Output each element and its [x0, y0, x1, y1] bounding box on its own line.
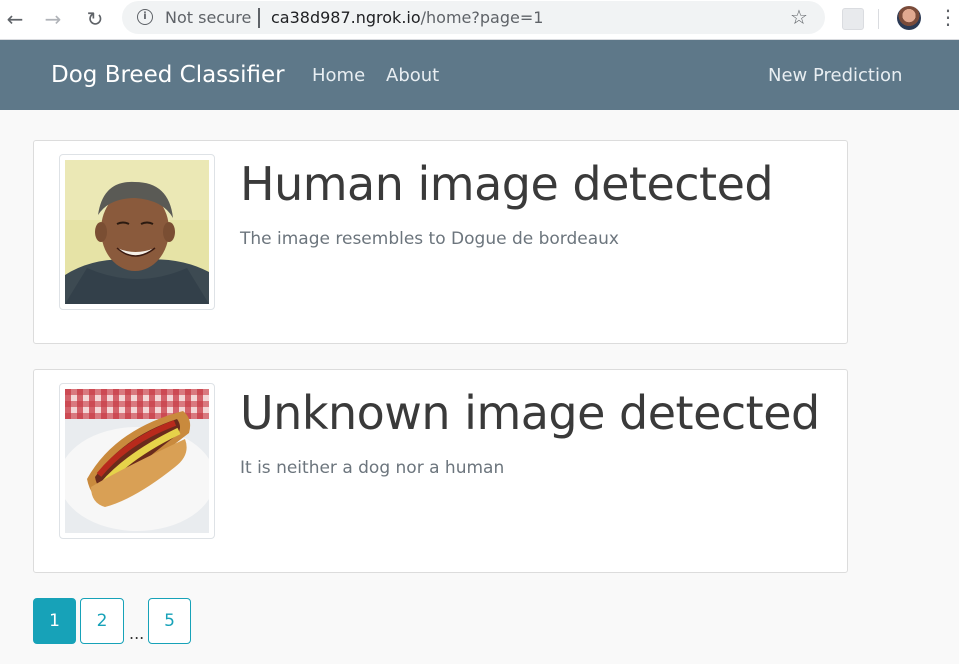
omnibox-divider: [258, 8, 260, 28]
page-1-button[interactable]: 1: [33, 598, 76, 644]
extension-icon[interactable]: [842, 8, 864, 30]
page-5-button[interactable]: 5: [148, 598, 191, 644]
result-card: Unknown image detected It is neither a d…: [33, 369, 848, 573]
page-2-button[interactable]: 2: [80, 598, 124, 644]
url-text[interactable]: ca38d987.ngrok.io/home?page=1: [271, 8, 543, 27]
bookmark-star-icon[interactable]: ☆: [790, 5, 808, 29]
human-face-photo: [65, 160, 209, 304]
result-thumbnail: [59, 154, 215, 310]
result-title: Unknown image detected: [240, 386, 820, 440]
result-description: It is neither a dog nor a human: [240, 458, 505, 478]
app-navbar: Dog Breed Classifier Home About New Pred…: [0, 40, 959, 110]
url-path: /home?page=1: [420, 8, 544, 27]
address-bar[interactable]: i Not secure ca38d987.ngrok.io/home?page…: [122, 1, 825, 34]
nav-home-link[interactable]: Home: [312, 65, 365, 86]
forward-arrow-icon[interactable]: →: [40, 6, 66, 32]
hotdog-photo: [65, 389, 209, 533]
browser-toolbar: ← → ↻ i Not secure ca38d987.ngrok.io/hom…: [0, 0, 959, 40]
result-description: The image resembles to Dogue de bordeaux: [240, 229, 619, 249]
url-host: ca38d987.ngrok.io: [271, 8, 421, 27]
result-card: Human image detected The image resembles…: [33, 140, 848, 344]
result-thumbnail: [59, 383, 215, 539]
brand-title[interactable]: Dog Breed Classifier: [51, 62, 285, 88]
new-prediction-link[interactable]: New Prediction: [768, 65, 902, 86]
kebab-menu-icon[interactable]: ⋮: [938, 5, 958, 29]
reload-icon[interactable]: ↻: [82, 6, 108, 32]
toolbar-divider: [878, 9, 879, 29]
back-arrow-icon[interactable]: ←: [2, 6, 28, 32]
profile-avatar-icon[interactable]: [897, 6, 921, 30]
pagination-ellipsis: ...: [129, 624, 145, 643]
security-label: Not secure: [165, 8, 252, 27]
nav-about-link[interactable]: About: [386, 65, 439, 86]
info-icon[interactable]: i: [137, 9, 153, 25]
result-title: Human image detected: [240, 157, 774, 211]
